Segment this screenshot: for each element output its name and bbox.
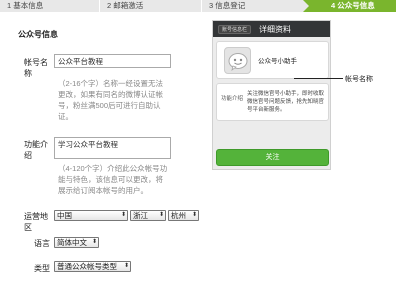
step-label: 2 邮箱激活 xyxy=(107,1,144,10)
chevron-down-icon: ⬍ xyxy=(91,239,97,245)
preview-profile-card: 公众号小助手 xyxy=(216,41,329,79)
type-select[interactable]: 普通公众帐号类型 ⬍ xyxy=(54,261,131,272)
step-account-info-active: 4 公众号信息 xyxy=(303,0,396,12)
preview-back-button: 账号信息栏 xyxy=(218,25,252,34)
avatar xyxy=(224,47,251,74)
region-city-select[interactable]: 杭州 ⬍ xyxy=(168,210,199,221)
city-value: 杭州 xyxy=(171,211,186,220)
step-info-registration: 3 信息登记 xyxy=(202,0,309,12)
callout-label: 帐号名称 xyxy=(345,76,373,83)
callout-line xyxy=(294,78,343,79)
language-select[interactable]: 简体中文 ⬍ xyxy=(54,237,99,248)
step-label: 1 基本信息 xyxy=(7,1,44,10)
preview-intro-text: 关注微信官号小助手，即时收取微信官号问题反馈，抢先知晓官号平台新服务。 xyxy=(247,91,325,113)
section-title: 公众号信息 xyxy=(18,30,58,39)
country-value: 中国 xyxy=(57,211,72,220)
chevron-down-icon: ⬍ xyxy=(120,212,126,218)
type-label: 类型 xyxy=(34,264,50,273)
region-country-select[interactable]: 中国 ⬍ xyxy=(54,210,128,221)
step-progress-bar: 1 基本信息 2 邮箱激活 3 信息登记 4 公众号信息 xyxy=(0,0,396,12)
type-value: 普通公众帐号类型 xyxy=(57,262,117,271)
wechat-icon xyxy=(228,53,248,71)
language-label: 语言 xyxy=(34,239,50,248)
region-label: 运营地区 xyxy=(24,212,48,232)
preview-header: 账号信息栏 详细资料 xyxy=(213,21,330,37)
preview-intro-card: 功能介绍 关注微信官号小助手，即时收取微信官号问题反馈，抢先知晓官号平台新服务。 xyxy=(216,83,329,121)
preview-follow-button: 关注 xyxy=(216,149,329,166)
step-label: 3 信息登记 xyxy=(209,1,246,10)
intro-textarea[interactable]: 学习公众平台教程 xyxy=(54,137,171,159)
profile-preview: 账号信息栏 详细资料 公众号小助手 功能介绍 关注微信官号小助手，即时收取微信官… xyxy=(212,20,331,170)
language-value: 简体中文 xyxy=(57,238,87,247)
chevron-down-icon: ⬍ xyxy=(191,212,197,218)
preview-account-name: 公众号小助手 xyxy=(258,58,297,65)
preview-intro-label: 功能介绍 xyxy=(221,96,244,102)
preview-title: 详细资料 xyxy=(259,25,291,34)
step-email-activation: 2 邮箱激活 xyxy=(100,0,203,12)
account-name-input[interactable]: 公众平台教程 xyxy=(54,54,171,68)
province-value: 浙江 xyxy=(133,211,148,220)
step-label: 4 公众号信息 xyxy=(331,1,375,10)
account-name-hint: （2-16个字）名称一经设置无法更改，如果有同名的微博认证帐号，粉丝满500后可… xyxy=(58,79,164,121)
account-name-label: 帐号名称 xyxy=(24,58,48,78)
intro-label: 功能介绍 xyxy=(24,140,48,160)
intro-hint: （4-120个字）介绍此公众帐号功能与特色，该信息可以更改，将展示给订阅本帐号的… xyxy=(58,164,168,195)
chevron-down-icon: ⬍ xyxy=(123,263,129,269)
chevron-down-icon: ⬍ xyxy=(158,212,164,218)
step-basic-info: 1 基本信息 xyxy=(0,0,101,12)
region-province-select[interactable]: 浙江 ⬍ xyxy=(130,210,166,221)
